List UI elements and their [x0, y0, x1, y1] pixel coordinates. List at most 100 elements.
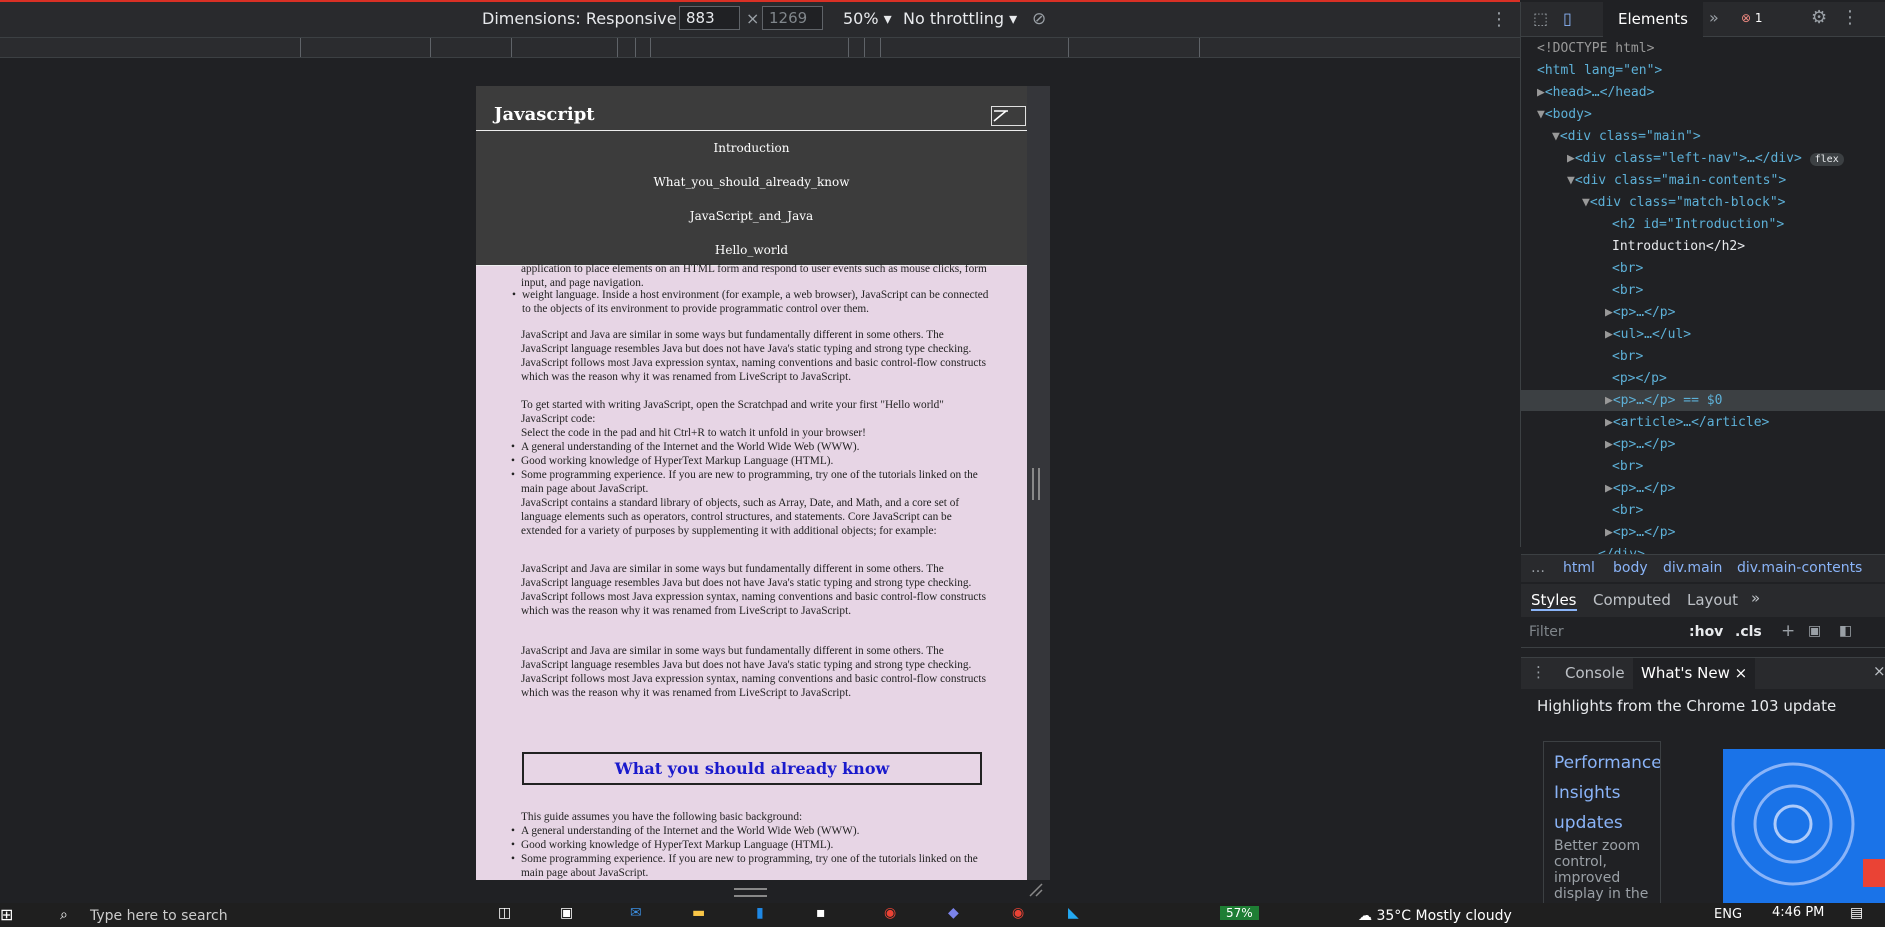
hamburger-icon[interactable]: [991, 106, 1026, 126]
filter-input[interactable]: Filter: [1529, 624, 1564, 640]
flex-badge[interactable]: flex: [1809, 153, 1844, 166]
paragraph-js-java: JavaScript and Java are similar in some …: [521, 329, 986, 383]
close-drawer-icon[interactable]: ×: [1873, 662, 1885, 680]
dom-line[interactable]: ▶<ul>…</ul>: [1521, 324, 1885, 345]
nav-item-introduction[interactable]: Introduction: [476, 141, 1027, 155]
taskbar-app-icon[interactable]: ▣: [560, 905, 573, 921]
more-options-icon[interactable]: ⋮: [1841, 7, 1859, 28]
dom-line[interactable]: <html lang="en">: [1521, 60, 1885, 81]
notification-icon[interactable]: ▤: [1850, 905, 1863, 921]
breadcrumb-item[interactable]: html: [1563, 560, 1595, 576]
nav-item-javascript-and-java[interactable]: JavaScript_and_Java: [476, 209, 1027, 223]
dom-line[interactable]: ▼<body>: [1521, 104, 1885, 125]
ruler-segment[interactable]: [880, 38, 881, 57]
inspect-icon[interactable]: ⬚: [1533, 9, 1548, 28]
feature-card[interactable]: Performance Insights updates Better zoom…: [1543, 741, 1661, 905]
dom-line[interactable]: <br>: [1521, 258, 1885, 279]
ruler-segment[interactable]: [650, 38, 651, 57]
dom-line[interactable]: ▶<article>…</article>: [1521, 412, 1885, 433]
height-input[interactable]: 1269: [762, 6, 823, 30]
tab-whats-new[interactable]: What's New ×: [1633, 658, 1756, 690]
task-view-icon[interactable]: ◫: [498, 905, 511, 921]
dom-line[interactable]: ▼<div class="main-contents">: [1521, 170, 1885, 191]
breadcrumb-item[interactable]: body: [1613, 560, 1648, 576]
close-icon[interactable]: ×: [1735, 664, 1748, 682]
dom-line[interactable]: ▶<p>…</p>: [1521, 478, 1885, 499]
ruler-segment[interactable]: [1199, 38, 1200, 57]
chrome-icon[interactable]: ◉: [884, 905, 896, 921]
search-icon[interactable]: ⌕: [60, 907, 68, 923]
resize-handle-bottom[interactable]: [734, 888, 767, 897]
dom-line[interactable]: ▶<p>…</p>: [1521, 434, 1885, 455]
dom-line[interactable]: ▼<div class="main">: [1521, 126, 1885, 147]
chrome-active-icon[interactable]: ◉: [1012, 905, 1024, 921]
tab-elements[interactable]: Elements: [1603, 2, 1703, 37]
dom-line[interactable]: ▶<p>…</p>: [1521, 302, 1885, 323]
gear-icon[interactable]: ⚙: [1811, 7, 1827, 28]
ruler-segment[interactable]: [300, 38, 301, 57]
dom-line[interactable]: <h2 id="Introduction">: [1521, 214, 1885, 235]
ruler-segment[interactable]: [1068, 38, 1069, 57]
tab-computed[interactable]: Computed: [1593, 591, 1671, 609]
nav-item-what-you-should-know[interactable]: What_you_should_already_know: [476, 175, 1027, 189]
ruler-segment[interactable]: [635, 38, 636, 57]
width-input[interactable]: 883: [679, 6, 740, 30]
device-toggle-icon[interactable]: ▯: [1563, 9, 1572, 28]
cls-button[interactable]: .cls: [1735, 624, 1762, 640]
paragraph-partial: application to place elements on an HTML…: [521, 263, 987, 289]
mail-icon[interactable]: ✉: [630, 905, 642, 921]
drawer-menu-icon[interactable]: ⋮: [1531, 663, 1546, 681]
clock[interactable]: 4:46 PM: [1772, 905, 1824, 920]
ruler-segment[interactable]: [617, 38, 618, 57]
battery-indicator[interactable]: 57%: [1220, 906, 1259, 920]
weather-widget[interactable]: ☁ 35°C Mostly cloudy: [1358, 908, 1512, 924]
dom-line[interactable]: <p></p>: [1521, 368, 1885, 389]
rotate-icon[interactable]: ⊘: [1032, 9, 1046, 29]
windows-start-icon[interactable]: ⊞: [0, 905, 13, 924]
tab-styles[interactable]: Styles: [1531, 591, 1577, 611]
breadcrumb-item[interactable]: div.main: [1663, 560, 1722, 576]
sidebar-toggle-icon[interactable]: ◧: [1839, 623, 1852, 639]
zoom-dropdown[interactable]: 50% ▾: [843, 9, 892, 28]
language-indicator[interactable]: ENG: [1714, 907, 1742, 922]
resize-handle-right[interactable]: [1032, 468, 1040, 500]
dom-line[interactable]: <br>: [1521, 456, 1885, 477]
dom-line[interactable]: ▼<div class="match-block">: [1521, 192, 1885, 213]
dev-icon[interactable]: ▪: [816, 905, 826, 921]
tab-console[interactable]: Console: [1565, 664, 1625, 682]
throttling-dropdown[interactable]: No throttling ▾: [903, 9, 1017, 28]
taskbar-search-input[interactable]: Type here to search: [90, 908, 228, 924]
nav-item-hello-world[interactable]: Hello_world: [476, 243, 1027, 257]
ruler-segment[interactable]: [430, 38, 431, 57]
card-title[interactable]: Performance Insights updates: [1554, 748, 1660, 838]
error-badge[interactable]: ⊗ 1: [1741, 11, 1763, 25]
breadcrumb-item[interactable]: div.main-contents: [1737, 560, 1862, 576]
dom-line[interactable]: <br>: [1521, 346, 1885, 367]
more-options-icon[interactable]: ⋮: [1490, 9, 1508, 30]
dom-line[interactable]: ▶<div class="left-nav">…</div> flex: [1521, 148, 1885, 169]
dimensions-dropdown[interactable]: Dimensions: Responsive ▾: [482, 9, 690, 28]
hov-button[interactable]: :hov: [1689, 624, 1723, 640]
dom-line[interactable]: ▶<head>…</head>: [1521, 82, 1885, 103]
breadcrumb-item[interactable]: …: [1531, 560, 1545, 576]
store-icon[interactable]: ▮: [756, 905, 764, 921]
ruler-segment[interactable]: [848, 38, 849, 57]
dom-line[interactable]: ▶<p>…</p>: [1521, 522, 1885, 543]
ruler-segment[interactable]: [864, 38, 865, 57]
breadcrumb: … html body div.main div.main-contents: [1521, 554, 1885, 582]
dom-line[interactable]: Introduction</h2>: [1521, 236, 1885, 257]
dom-line-selected[interactable]: ▶<p>…</p> == $0: [1521, 390, 1885, 411]
more-tabs-icon[interactable]: »: [1709, 8, 1719, 27]
tab-layout[interactable]: Layout: [1687, 591, 1738, 609]
dom-line[interactable]: <!DOCTYPE html>: [1521, 38, 1885, 59]
vscode-icon[interactable]: ◣: [1068, 905, 1079, 921]
more-tabs-icon[interactable]: »: [1751, 589, 1760, 607]
paint-icon[interactable]: ▣: [1808, 623, 1821, 639]
ruler-segment[interactable]: [511, 38, 512, 57]
dom-line[interactable]: <br>: [1521, 280, 1885, 301]
add-rule-icon[interactable]: +: [1781, 621, 1795, 641]
folder-icon[interactable]: ▬: [692, 905, 705, 921]
resize-corner-icon[interactable]: [1028, 882, 1044, 898]
teams-icon[interactable]: ◆: [948, 905, 959, 921]
dom-line[interactable]: <br>: [1521, 500, 1885, 521]
